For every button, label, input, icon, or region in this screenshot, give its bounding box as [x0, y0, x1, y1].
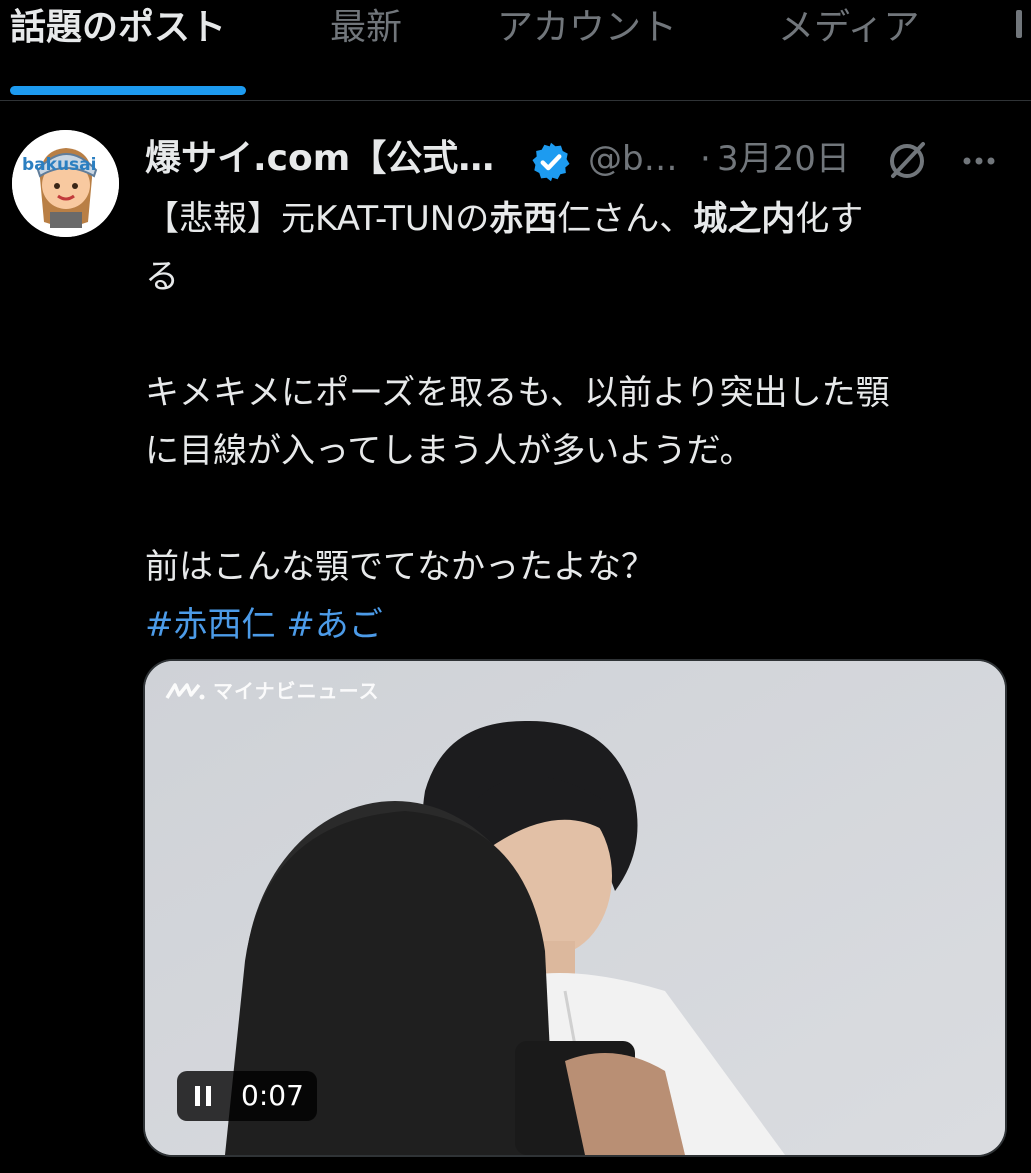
post-text-bold: 城之内 — [693, 199, 796, 239]
media-watermark: マイナビニュース — [165, 675, 380, 704]
tab-trending[interactable]: 話題のポスト — [10, 4, 226, 52]
post-line-4: に目線が入ってしまう人が多いようだ。 — [145, 431, 754, 471]
tab-media[interactable]: メディア — [778, 4, 919, 52]
watermark-text: マイナビニュース — [212, 679, 380, 703]
post-text-segment: 仁さん、 — [557, 199, 694, 239]
grok-icon[interactable] — [885, 138, 929, 182]
avatar-logo-text: bakusai — [22, 155, 96, 175]
tab-bar: 話題のポスト 最新 アカウント メディア — [0, 0, 1031, 101]
separator: · — [700, 139, 711, 179]
post-line-5: 前はこんな顎でてなかったよな？ — [145, 547, 655, 587]
post-text: 【悲報】元KAT-TUNの赤西仁さん、城之内化す る キメキメにポーズを取るも、… — [145, 190, 1015, 654]
avatar[interactable]: bakusai — [12, 130, 119, 237]
avatar-image: bakusai — [12, 130, 119, 237]
post-text-segment: 化す — [795, 199, 864, 239]
video-time: 0:07 — [241, 1079, 304, 1112]
tab-accounts[interactable]: アカウント — [497, 4, 677, 52]
post-text-segment: 【悲報】元KAT-TUNの — [145, 199, 490, 239]
post-line-2: る — [145, 257, 179, 297]
handle[interactable]: @b… — [588, 136, 678, 182]
post-line-3: キメキメにポーズを取るも、以前より突出した顎 — [145, 373, 890, 413]
verified-badge-icon — [532, 142, 570, 182]
tab-latest[interactable]: 最新 — [330, 4, 402, 52]
post-text-bold: 赤西 — [489, 199, 558, 239]
display-name[interactable]: 爆サイ.com【公式… — [145, 136, 494, 182]
tab-overflow[interactable] — [1016, 10, 1022, 38]
mynavi-logo-icon — [165, 683, 205, 700]
post-date[interactable]: 3月20日 — [717, 136, 850, 182]
video-playback-control[interactable]: 0:07 — [177, 1071, 317, 1121]
hashtag-link[interactable]: #赤西仁 — [145, 605, 276, 645]
hashtag-link[interactable]: #あご — [286, 605, 383, 645]
more-icon[interactable] — [957, 146, 1001, 176]
post-header: 爆サイ.com【公式… @b… · 3月20日 — [145, 136, 1025, 184]
post-line-1: 【悲報】元KAT-TUNの赤西仁さん、城之内化す — [145, 190, 1015, 248]
pause-icon[interactable] — [191, 1084, 215, 1108]
hashtag-row: #赤西仁 #あご — [145, 596, 1015, 654]
post-video[interactable]: マイナビニュース 0:07 — [143, 659, 1007, 1157]
active-tab-indicator — [10, 86, 246, 95]
